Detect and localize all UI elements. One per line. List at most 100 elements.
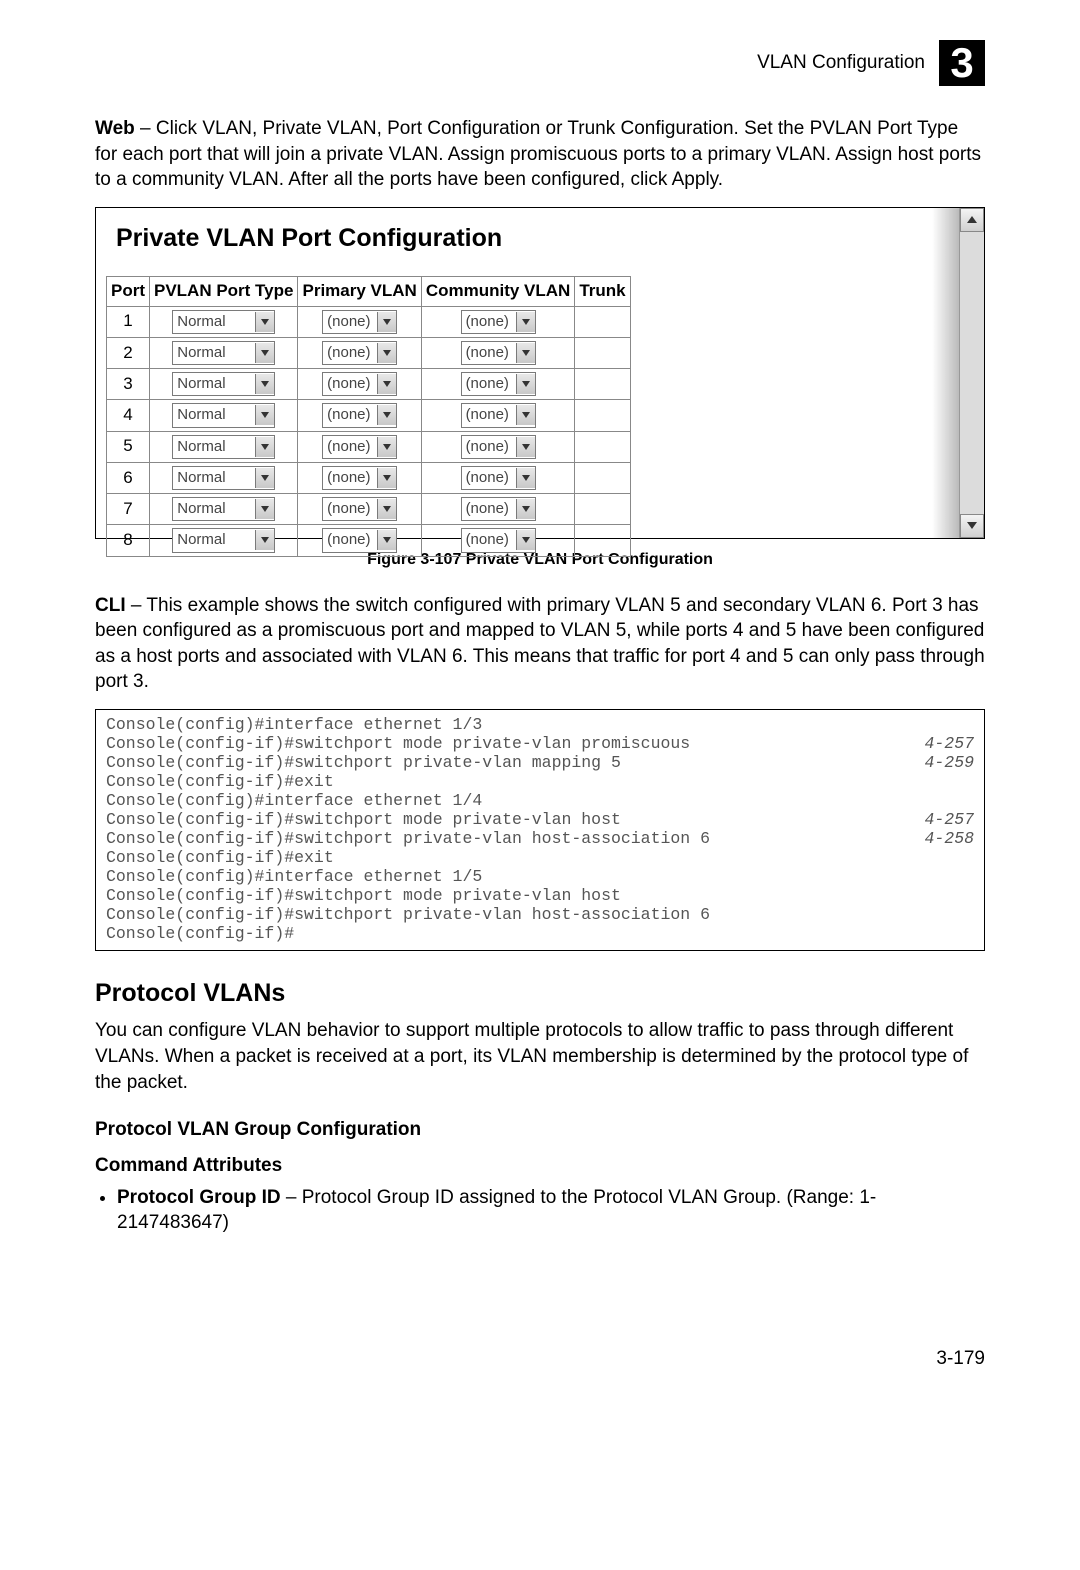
cli-command: Console(config-if)#switchport private-vl… (106, 830, 710, 849)
cli-command: Console(config-if)#switchport mode priva… (106, 887, 621, 906)
cli-line: Console(config-if)#switchport mode priva… (106, 735, 974, 754)
primary-vlan-select[interactable]: (none) (322, 341, 397, 365)
cell-type: Normal (150, 306, 298, 337)
dropdown-button[interactable] (516, 437, 535, 457)
dropdown-button[interactable] (516, 343, 535, 363)
col-port: Port (107, 276, 150, 306)
web-intro-text: – Click VLAN, Private VLAN, Port Configu… (95, 118, 981, 190)
panel-scrollbar[interactable] (959, 208, 984, 538)
table-row: 1Normal(none)(none) (107, 306, 631, 337)
cli-page-ref: 4-257 (924, 811, 974, 830)
cell-port: 6 (107, 462, 150, 493)
dropdown-button[interactable] (255, 405, 274, 425)
primary-vlan-select[interactable]: (none) (322, 310, 397, 334)
dropdown-button[interactable] (255, 468, 274, 488)
community-vlan-select[interactable]: (none) (461, 466, 536, 490)
cell-primary: (none) (298, 494, 421, 525)
scroll-down-button[interactable] (960, 514, 984, 538)
chevron-down-icon (522, 412, 530, 418)
cell-trunk (575, 462, 630, 493)
web-intro-paragraph: Web – Click VLAN, Private VLAN, Port Con… (95, 116, 985, 193)
cli-line: Console(config)#interface ethernet 1/5 (106, 868, 974, 887)
cli-line: Console(config-if)# (106, 925, 974, 944)
pvlan-type-select[interactable]: Normal (172, 372, 275, 396)
dropdown-button[interactable] (377, 499, 396, 519)
community-vlan-select[interactable]: (none) (461, 372, 536, 396)
cli-page-ref: 4-259 (924, 754, 974, 773)
cli-command: Console(config)#interface ethernet 1/3 (106, 716, 482, 735)
cli-command: Console(config-if)#switchport private-vl… (106, 906, 710, 925)
dropdown-button[interactable] (377, 437, 396, 457)
community-vlan-select[interactable]: (none) (461, 497, 536, 521)
pvlan-type-select[interactable]: Normal (172, 435, 275, 459)
primary-vlan-select[interactable]: (none) (322, 372, 397, 396)
community-vlan-select[interactable]: (none) (461, 310, 536, 334)
chevron-down-icon (261, 475, 269, 481)
primary-vlan-select[interactable]: (none) (322, 403, 397, 427)
pvlan-type-select[interactable]: Normal (172, 341, 275, 365)
dropdown-button[interactable] (255, 437, 274, 457)
cell-port: 2 (107, 337, 150, 368)
community-vlan-select[interactable]: (none) (461, 403, 536, 427)
col-community-vlan: Community VLAN (421, 276, 575, 306)
primary-vlan-select[interactable]: (none) (322, 497, 397, 521)
pvlan-type-select[interactable]: Normal (172, 310, 275, 334)
cell-community: (none) (421, 337, 575, 368)
cli-intro-text: – This example shows the switch configur… (95, 595, 985, 693)
cli-command: Console(config-if)#switchport private-vl… (106, 754, 621, 773)
protocol-vlans-paragraph: You can configure VLAN behavior to suppo… (95, 1018, 985, 1095)
dropdown-button[interactable] (516, 499, 535, 519)
chevron-down-icon (967, 522, 977, 529)
cell-trunk (575, 337, 630, 368)
pvlan-type-select[interactable]: Normal (172, 528, 275, 552)
cell-trunk (575, 431, 630, 462)
primary-vlan-select[interactable]: (none) (322, 435, 397, 459)
dropdown-button[interactable] (377, 405, 396, 425)
web-label: Web (95, 118, 135, 139)
chapter-number-box: 3 (939, 40, 985, 86)
cell-type: Normal (150, 431, 298, 462)
cli-command: Console(config)#interface ethernet 1/5 (106, 868, 482, 887)
dropdown-button[interactable] (255, 374, 274, 394)
dropdown-button[interactable] (377, 530, 396, 550)
chevron-down-icon (522, 444, 530, 450)
command-attributes-heading: Command Attributes (95, 1153, 985, 1179)
cli-command: Console(config-if)# (106, 925, 294, 944)
cell-port: 3 (107, 369, 150, 400)
protocol-group-config-heading: Protocol VLAN Group Configuration (95, 1117, 985, 1143)
pvlan-type-select[interactable]: Normal (172, 497, 275, 521)
pvlan-type-select[interactable]: Normal (172, 403, 275, 427)
primary-vlan-select[interactable]: (none) (322, 528, 397, 552)
cell-port: 5 (107, 431, 150, 462)
dropdown-button[interactable] (255, 499, 274, 519)
dropdown-button[interactable] (516, 468, 535, 488)
dropdown-button[interactable] (255, 530, 274, 550)
table-row: 8Normal(none)(none) (107, 525, 631, 556)
community-vlan-select[interactable]: (none) (461, 341, 536, 365)
dropdown-button[interactable] (377, 374, 396, 394)
dropdown-button[interactable] (516, 530, 535, 550)
dropdown-button[interactable] (377, 468, 396, 488)
cell-trunk (575, 400, 630, 431)
dropdown-button[interactable] (377, 312, 396, 332)
dropdown-button[interactable] (516, 374, 535, 394)
community-vlan-select[interactable]: (none) (461, 435, 536, 459)
cli-line: Console(config-if)#switchport private-vl… (106, 830, 974, 849)
cell-trunk (575, 494, 630, 525)
cell-community: (none) (421, 462, 575, 493)
cell-port: 7 (107, 494, 150, 525)
cell-primary: (none) (298, 306, 421, 337)
cli-command: Console(config-if)#switchport mode priva… (106, 735, 690, 754)
community-vlan-select[interactable]: (none) (461, 528, 536, 552)
dropdown-button[interactable] (377, 343, 396, 363)
primary-vlan-select[interactable]: (none) (322, 466, 397, 490)
dropdown-button[interactable] (516, 312, 535, 332)
dropdown-button[interactable] (255, 343, 274, 363)
chevron-down-icon (383, 381, 391, 387)
dropdown-button[interactable] (255, 312, 274, 332)
cell-port: 4 (107, 400, 150, 431)
pvlan-type-select[interactable]: Normal (172, 466, 275, 490)
dropdown-button[interactable] (516, 405, 535, 425)
scroll-up-button[interactable] (960, 208, 984, 232)
cell-community: (none) (421, 306, 575, 337)
